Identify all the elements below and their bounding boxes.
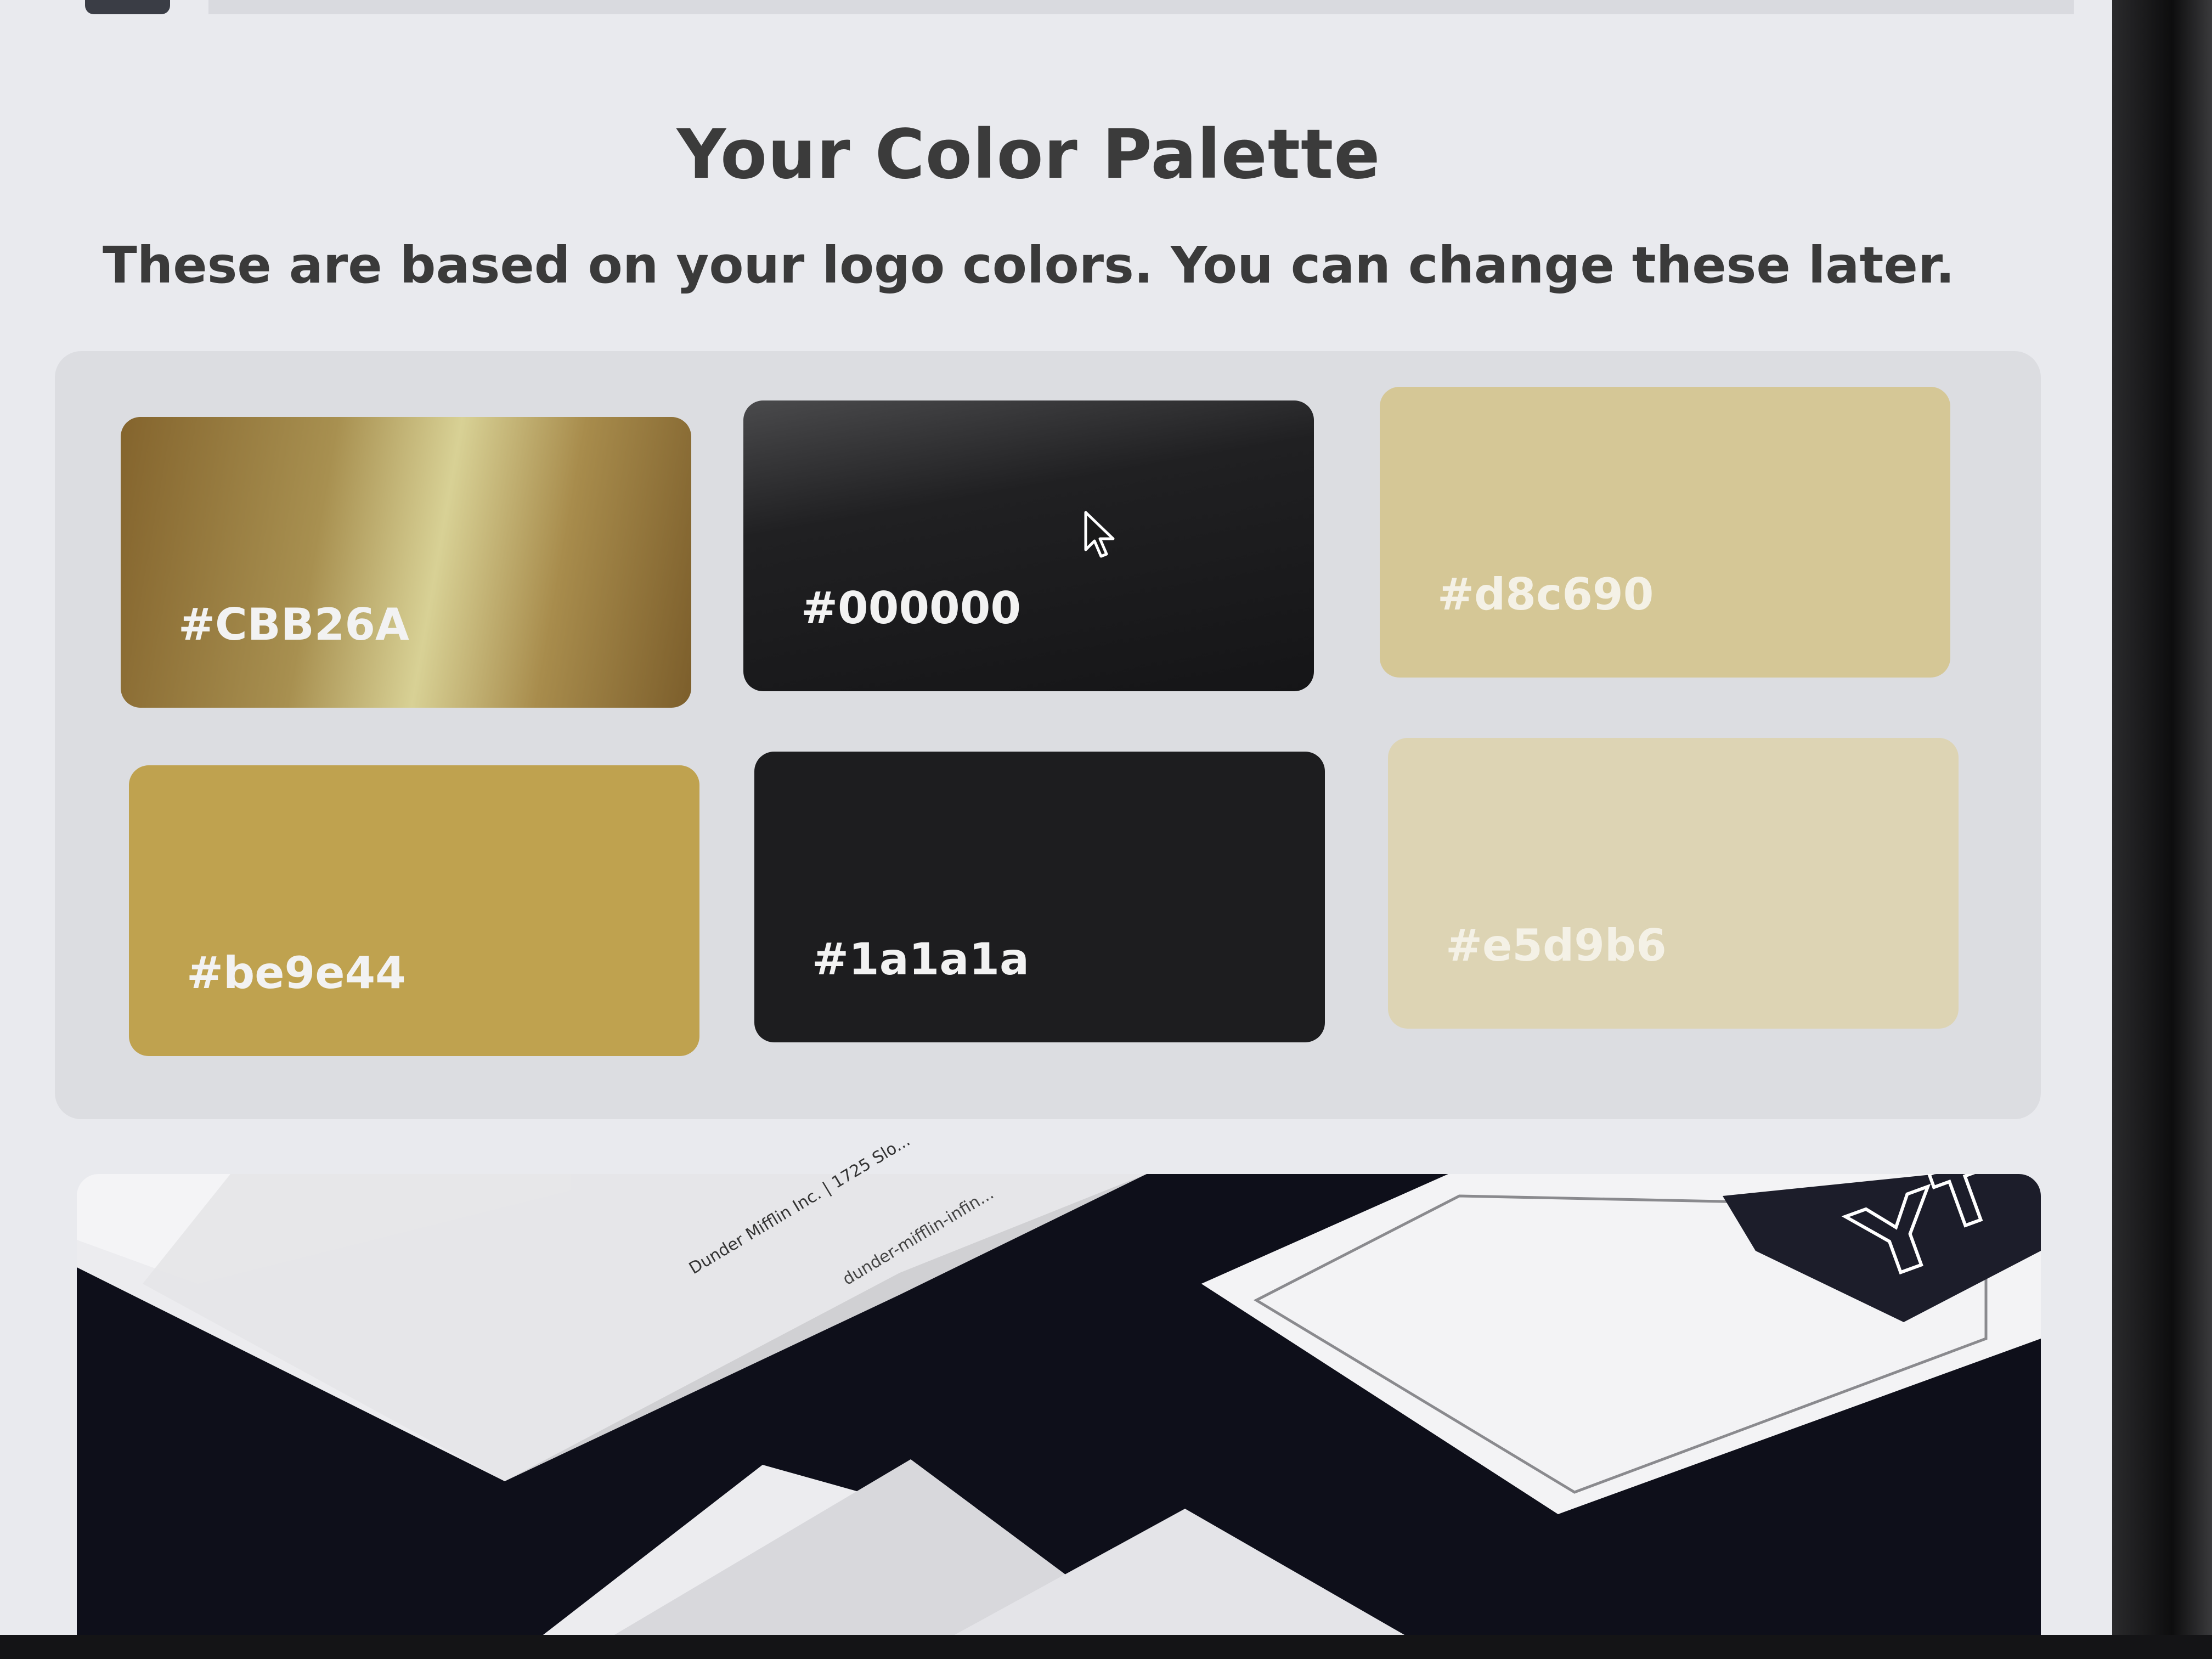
color-swatch[interactable]: #d8c690 xyxy=(1380,387,1950,678)
swatch-hex-label: #be9e44 xyxy=(187,947,406,998)
color-swatch[interactable]: #e5d9b6 xyxy=(1388,738,1959,1029)
top-tab[interactable] xyxy=(85,0,170,14)
device-bezel-right xyxy=(2112,0,2212,1659)
color-swatch[interactable]: #be9e44 xyxy=(129,765,699,1056)
mouse-pointer-icon xyxy=(1084,511,1115,558)
swatch-hex-label: #e5d9b6 xyxy=(1446,920,1667,971)
color-swatch[interactable]: #CBB26A xyxy=(121,417,691,708)
screen: Your Color Palette These are based on yo… xyxy=(0,0,2112,1635)
color-swatch[interactable]: #000000 xyxy=(743,400,1314,691)
color-swatch[interactable]: #1a1a1a xyxy=(754,752,1325,1042)
swatch-hex-label: #1a1a1a xyxy=(812,934,1029,985)
device-bezel-bottom xyxy=(0,1635,2212,1659)
swatch-hex-label: #d8c690 xyxy=(1437,569,1654,620)
top-bar xyxy=(208,0,2074,14)
page-subtitle: These are based on your logo colors. You… xyxy=(102,236,1955,295)
swatch-hex-label: #CBB26A xyxy=(178,599,409,650)
brand-preview-image xyxy=(77,1174,2041,1635)
color-palette-panel: #CBB26A #000000 #d8c690 #be9e44 #1a1a1a … xyxy=(55,351,2041,1119)
page-title: Your Color Palette xyxy=(676,115,1381,194)
swatch-hex-label: #000000 xyxy=(801,583,1022,634)
